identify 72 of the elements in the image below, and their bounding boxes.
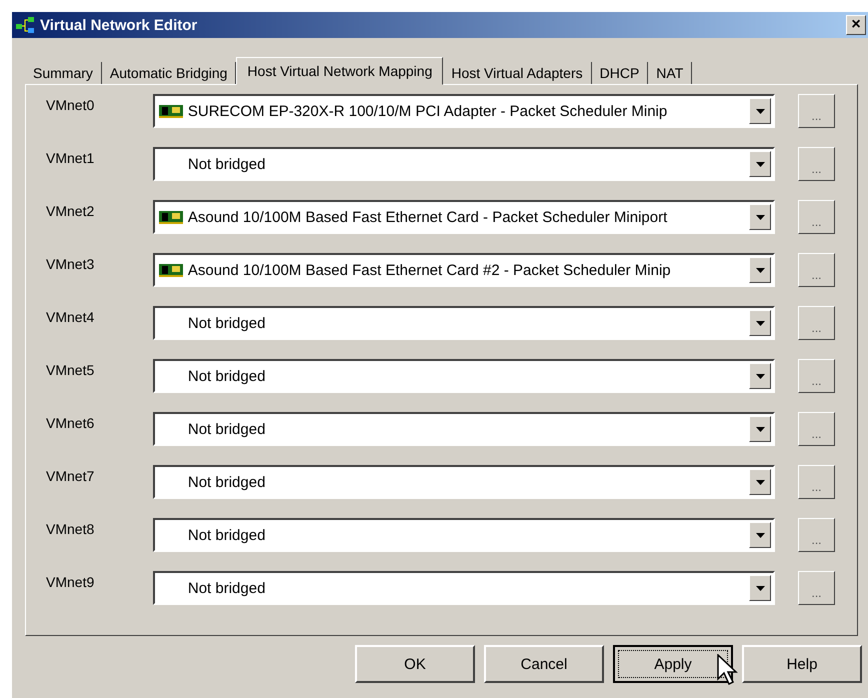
adapter-dropdown[interactable]: Asound 10/100M Based Fast Ethernet Card #2 - Packet Scheduler Minip: [152, 253, 776, 287]
network-label: VMnet2: [46, 202, 96, 219]
close-button[interactable]: ×: [846, 15, 866, 35]
adapter-dropdown[interactable]: Not bridged: [152, 147, 776, 181]
network-icon: [16, 16, 36, 34]
network-label: VMnet9: [46, 573, 96, 590]
caret-icon: [756, 268, 765, 272]
network-card-icon: [158, 262, 184, 278]
browse-button[interactable]: ...: [798, 518, 835, 552]
network-label: VMnet0: [46, 96, 96, 113]
network-label: VMnet8: [46, 520, 96, 537]
dropdown-arrow-button[interactable]: [749, 151, 772, 177]
network-label: VMnet3: [46, 255, 96, 272]
browse-button[interactable]: ...: [798, 147, 835, 181]
caret-icon: [756, 586, 765, 590]
adapter-dropdown[interactable]: Asound 10/100M Based Fast Ethernet Card - Packet Scheduler Miniport: [152, 200, 776, 234]
dropdown-arrow-button[interactable]: [749, 363, 772, 389]
browse-button[interactable]: ...: [798, 465, 835, 499]
dropdown-value: Not bridged: [186, 420, 266, 438]
browse-button[interactable]: ...: [798, 571, 835, 605]
dropdown-arrow-button[interactable]: [749, 416, 772, 442]
caret-icon: [756, 214, 765, 220]
dropdown-value: Not bridged: [186, 580, 266, 596]
network-label: VMnet7: [46, 467, 96, 484]
browse-button[interactable]: ...: [798, 200, 835, 234]
dropdown-value: Asound 10/100M Based Fast Ethernet Card - Packet Scheduler Miniport: [186, 208, 668, 226]
adapter-dropdown[interactable]: Not bridged: [152, 571, 776, 605]
adapter-dropdown[interactable]: Not bridged: [152, 359, 776, 393]
caret-icon: [756, 426, 765, 432]
dropdown-value: Not bridged: [186, 368, 266, 384]
browse-button[interactable]: ...: [798, 412, 835, 446]
dropdown-arrow-button[interactable]: [749, 257, 772, 283]
adapter-dropdown[interactable]: Not bridged: [152, 306, 776, 340]
tab[interactable]: Host Virtual Network Mapping: [236, 57, 444, 85]
network-label: VMnet4: [46, 308, 96, 325]
browse-button[interactable]: ...: [798, 359, 835, 393]
network-card-icon: [158, 103, 184, 119]
dropdown-arrow-button[interactable]: [749, 575, 772, 601]
adapter-dropdown[interactable]: Not bridged: [152, 518, 776, 552]
dropdown-arrow-button[interactable]: [749, 469, 772, 495]
caret-icon: [756, 320, 765, 326]
browse-button[interactable]: ...: [798, 306, 835, 340]
caret-icon: [756, 532, 765, 538]
dialog-button[interactable]: Cancel: [484, 645, 604, 683]
dialog-button[interactable]: OK: [355, 645, 475, 683]
adapter-dropdown[interactable]: SURECOM EP-320X-R 100/10/M PCI Adapter - Packet Scheduler Minip: [152, 94, 776, 128]
caret-icon: [756, 480, 765, 484]
network-label: VMnet5: [46, 361, 96, 378]
browse-button[interactable]: ...: [798, 253, 835, 287]
dialog-button[interactable]: Apply: [613, 645, 733, 683]
dropdown-arrow-button[interactable]: [749, 98, 772, 124]
dropdown-value: Not bridged: [186, 314, 266, 332]
network-label: VMnet6: [46, 414, 96, 431]
mouse-pointer-icon: [717, 654, 739, 686]
dropdown-value: Not bridged: [186, 474, 266, 490]
caret-icon: [756, 108, 765, 114]
caret-icon: [756, 374, 765, 378]
adapter-dropdown[interactable]: Not bridged: [152, 412, 776, 446]
dropdown-value: Asound 10/100M Based Fast Ethernet Card #2 - Packet Scheduler Minip: [186, 262, 672, 278]
caret-icon: [756, 162, 765, 166]
network-card-icon: [158, 209, 184, 225]
network-label: VMnet1: [46, 149, 96, 166]
window-title: Virtual Network Editor: [40, 16, 198, 34]
adapter-dropdown[interactable]: Not bridged: [152, 465, 776, 499]
dropdown-value: SURECOM EP-320X-R 100/10/M PCI Adapter - Packet Scheduler Minip: [186, 102, 668, 120]
dropdown-arrow-button[interactable]: [749, 522, 772, 548]
dropdown-arrow-button[interactable]: [749, 310, 772, 336]
dropdown-value: Not bridged: [186, 526, 266, 544]
dialog-button[interactable]: Help: [742, 645, 862, 683]
browse-button[interactable]: ...: [798, 94, 835, 128]
dropdown-arrow-button[interactable]: [749, 204, 772, 230]
dropdown-value: Not bridged: [186, 156, 266, 172]
